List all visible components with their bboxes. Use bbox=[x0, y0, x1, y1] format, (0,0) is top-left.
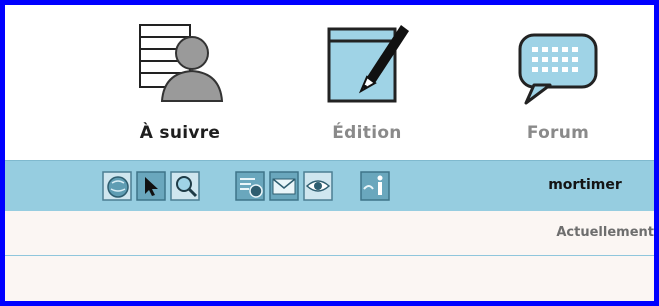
cursor-arrow-icon[interactable] bbox=[136, 171, 166, 201]
speech-bubble-icon bbox=[518, 33, 598, 105]
main-nav: À suivre Édition Forum bbox=[5, 5, 654, 155]
eye-icon[interactable] bbox=[303, 171, 333, 201]
globe-icon[interactable] bbox=[102, 171, 132, 201]
content-area bbox=[5, 256, 654, 301]
nav-label-forum: Forum bbox=[526, 123, 590, 143]
nav-label-edition: Édition bbox=[332, 123, 402, 143]
help-info-icon[interactable] bbox=[360, 171, 390, 201]
currently-label: Actuellement bbox=[556, 225, 654, 240]
nav-item-forum[interactable]: Forum bbox=[488, 19, 628, 143]
edit-pen-icon bbox=[327, 25, 409, 103]
magnifier-icon[interactable] bbox=[170, 171, 200, 201]
info-bar: Actuellement bbox=[5, 211, 654, 256]
user-list-icon bbox=[139, 24, 224, 102]
user-name[interactable]: mortimer bbox=[525, 177, 645, 193]
toolbar: mortimer bbox=[5, 160, 654, 212]
page-frame: À suivre Édition Forum mortimer Actuelle… bbox=[5, 5, 654, 301]
nav-label-a-suivre: À suivre bbox=[139, 123, 221, 143]
nav-item-edition[interactable]: Édition bbox=[297, 19, 437, 143]
envelope-icon[interactable] bbox=[269, 171, 299, 201]
nav-item-a-suivre[interactable]: À suivre bbox=[110, 19, 250, 143]
list-clock-icon[interactable] bbox=[235, 171, 265, 201]
